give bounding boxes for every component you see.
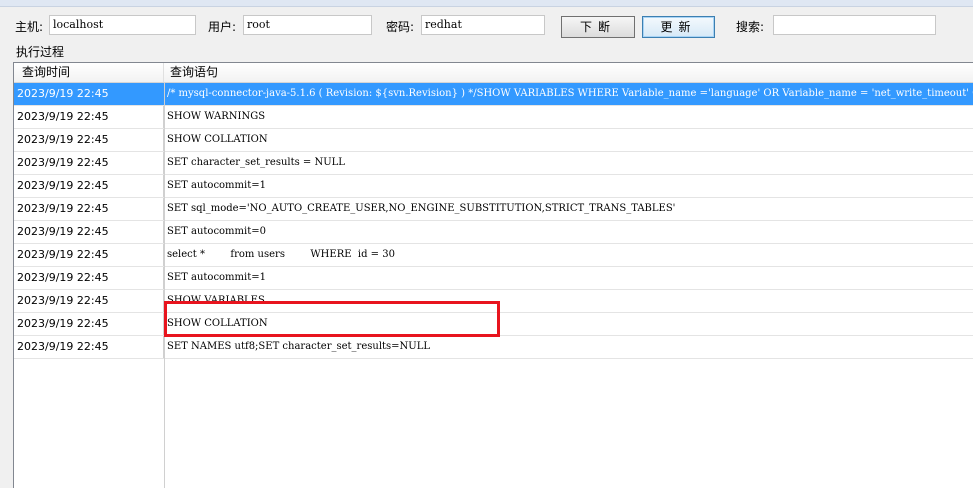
- query-time-cell: 2023/9/19 22:45: [14, 83, 164, 105]
- query-time-cell: 2023/9/19 22:45: [14, 175, 164, 197]
- query-sql-cell: SHOW COLLATION: [167, 318, 268, 329]
- query-monitor-window: 主机: localhost 用户: root 密码: redhat 下断 更新 …: [0, 0, 973, 488]
- query-sql-cell: SET autocommit=1: [167, 272, 266, 283]
- table-row[interactable]: 2023/9/19 22:45 SET autocommit=1: [14, 267, 973, 290]
- table-row[interactable]: 2023/9/19 22:45 SHOW VARIABLES: [14, 290, 973, 313]
- user-label: 用户:: [208, 20, 237, 34]
- query-time-cell: 2023/9/19 22:45: [14, 129, 164, 151]
- query-time-cell: 2023/9/19 22:45: [14, 313, 164, 335]
- host-field[interactable]: localhost: [49, 15, 196, 35]
- query-sql-cell: SHOW COLLATION: [167, 134, 268, 145]
- search-input[interactable]: [773, 15, 936, 35]
- connection-toolbar: 主机: localhost 用户: root 密码: redhat 下断 更新 …: [0, 6, 973, 44]
- query-sql-cell: SHOW VARIABLES: [167, 295, 265, 306]
- table-row[interactable]: 2023/9/19 22:45 SET autocommit=0: [14, 221, 973, 244]
- query-time-cell: 2023/9/19 22:45: [14, 106, 164, 128]
- user-field[interactable]: root: [243, 15, 372, 35]
- process-group-label: 执行过程: [16, 45, 65, 59]
- query-log-table: 查询时间 查询语句 2023/9/19 22:45/* mysql-connec…: [13, 62, 973, 488]
- query-sql-cell: SET autocommit=0: [167, 226, 266, 237]
- table-row[interactable]: 2023/9/19 22:45 SET sql_mode='NO_AUTO_CRE…: [14, 198, 973, 221]
- query-time-cell: 2023/9/19 22:45: [14, 152, 164, 174]
- query-sql-cell: SET autocommit=1: [167, 180, 266, 191]
- host-label: 主机:: [15, 20, 44, 34]
- query-sql-cell: SET character_set_results = NULL: [167, 157, 345, 168]
- password-field[interactable]: redhat: [421, 15, 545, 35]
- query-sql-cell: SET NAMES utf8;SET character_set_results…: [167, 341, 431, 352]
- table-row[interactable]: 2023/9/19 22:45 SHOW WARNINGS: [14, 106, 973, 129]
- table-row[interactable]: 2023/9/19 22:45 SET autocommit=1: [14, 175, 973, 198]
- search-label: 搜索:: [736, 20, 765, 34]
- query-time-cell: 2023/9/19 22:45: [14, 290, 164, 312]
- query-time-cell: 2023/9/19 22:45: [14, 267, 164, 289]
- table-header: 查询时间 查询语句: [14, 63, 973, 83]
- column-header-time[interactable]: 查询时间: [14, 63, 164, 82]
- query-sql-cell: SHOW WARNINGS: [167, 111, 266, 122]
- table-row[interactable]: 2023/9/19 22:45 SET character_set_results…: [14, 152, 973, 175]
- query-sql-cell: /* mysql-connector-java-5.1.6 ( Revision…: [167, 88, 973, 99]
- column-header-sql[interactable]: 查询语句: [164, 63, 973, 82]
- column-divider: [164, 83, 165, 488]
- query-sql-cell: SET sql_mode='NO_AUTO_CREATE_USER,NO_ENG…: [167, 203, 676, 214]
- table-row[interactable]: 2023/9/19 22:45 SET NAMES utf8;SET charac…: [14, 336, 973, 359]
- query-time-cell: 2023/9/19 22:45: [14, 244, 164, 266]
- update-button[interactable]: 更新: [642, 16, 715, 38]
- query-time-cell: 2023/9/19 22:45: [14, 198, 164, 220]
- table-row[interactable]: 2023/9/19 22:45 SHOW COLLATION: [14, 313, 973, 336]
- table-row[interactable]: 2023/9/19 22:45 select * from users WHERE…: [14, 244, 973, 267]
- password-label: 密码:: [386, 20, 415, 34]
- query-time-cell: 2023/9/19 22:45: [14, 336, 164, 358]
- table-row[interactable]: 2023/9/19 22:45/* mysql-connector-java-5…: [14, 83, 973, 106]
- disconnect-button[interactable]: 下断: [561, 16, 635, 38]
- query-sql-cell: select * from users WHERE id = 30: [167, 249, 395, 260]
- table-row[interactable]: 2023/9/19 22:45 SHOW COLLATION: [14, 129, 973, 152]
- query-time-cell: 2023/9/19 22:45: [14, 221, 164, 243]
